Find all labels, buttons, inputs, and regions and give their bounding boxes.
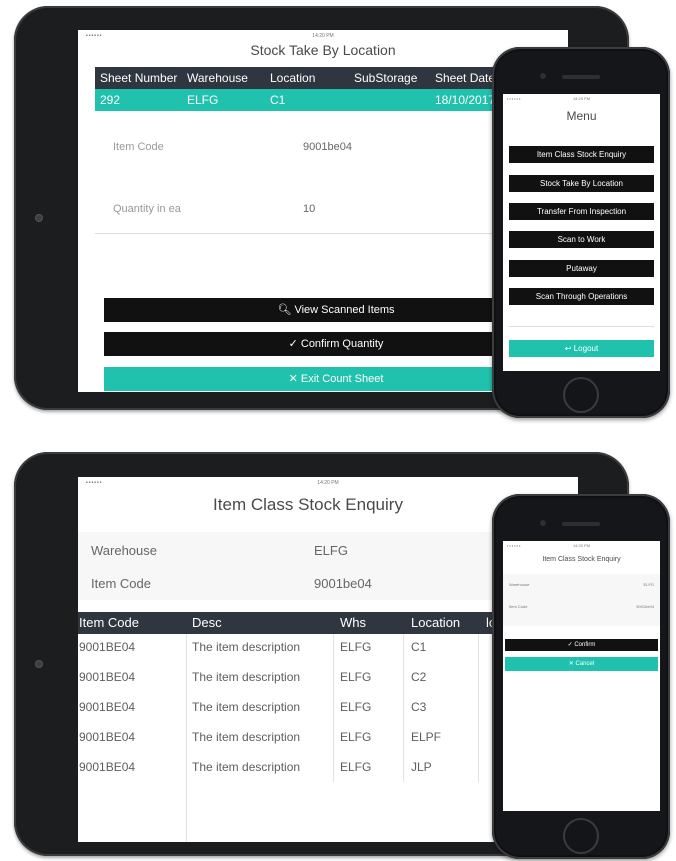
cell-sheet-number: 292 [100,93,121,107]
menu-item-scan-to-work[interactable]: Scan to Work [509,231,654,248]
cell-item-code: 9001BE04 [79,640,136,654]
cancel-label: Cancel [575,661,595,667]
cell-item-code: 9001BE04 [79,670,136,684]
phone-page-title: Item Class Stock Enquiry [542,556,621,563]
status-bar: •••••• 14:20 PM [78,30,568,42]
phone-item-code-label: Item Code [509,604,528,609]
exit-count-label: Exit Count Sheet [300,373,384,385]
cell-location: C3 [411,700,427,714]
confirm-quantity-label: Confirm Quantity [300,338,384,350]
tablet-camera [35,660,43,668]
phone-time: 14:20 PM [572,96,591,101]
phone-time: 14:20 PM [572,543,591,548]
col-location: Location [411,615,461,630]
menu-item-putaway[interactable]: Putaway [509,260,654,277]
table-row[interactable]: 9001BE04 The item description ELFG ELPF [78,730,498,750]
menu-item-item-class-stock-enquiry[interactable]: Item Class Stock Enquiry [509,146,654,163]
confirm-label: Confirm [574,642,596,648]
table-row[interactable]: 9001BE04 The item description ELFG C1 [78,640,498,660]
phone-camera [540,520,546,526]
tablet-camera [35,214,43,222]
view-scanned-label: View Scanned Items [294,304,395,316]
phone-fields: Warehouse ELFG Item Code 9001be04 [503,574,660,626]
col-desc: Desc [192,615,222,630]
phone-status-bar: •••••• 14:20 PM [503,94,660,104]
col-substorage: SubStorage [354,71,418,85]
col-sheet-date: Sheet Date [435,71,496,85]
check-icon: ✓ [567,642,573,648]
item-code-label: Item Code [91,576,151,591]
cell-location: JLP [411,760,432,774]
cell-desc: The item description [192,700,301,714]
cancel-button[interactable]: ✕ Cancel [505,657,658,671]
cell-location: C2 [411,670,427,684]
bottom-phone-screen: •••••• 14:20 PM Item Class Stock Enquiry… [503,541,660,811]
check-icon: ✓ [288,338,298,350]
menu-item-transfer-from-inspection[interactable]: Transfer From Inspection [509,203,654,220]
quantity-input[interactable]: 10 [303,203,315,215]
col-warehouse: Warehouse [187,71,248,85]
cell-whs: ELFG [340,760,372,774]
cell-item-code: 9001BE04 [79,760,136,774]
page-title: Item Class Stock Enquiry [213,495,403,514]
confirm-button[interactable]: ✓ Confirm [505,639,658,651]
status-time: 14:20 PM [317,480,339,486]
table-row[interactable]: 9001BE04 The item description ELFG C2 [78,670,498,690]
phone-speaker [562,522,600,526]
menu-item-stock-take-by-location[interactable]: Stock Take By Location [509,175,654,192]
cell-sheet-date: 18/10/2017 [435,93,496,107]
status-bar: •••••• 14:20 PM [78,477,578,489]
phone-warehouse-value: ELFG [643,582,654,587]
cell-whs: ELFG [340,730,372,744]
cell-desc: The item description [192,670,301,684]
logout-icon: ↩ [564,344,572,353]
cell-desc: The item description [192,760,301,774]
warehouse-value: ELFG [314,543,348,558]
item-code-label: Item Code [113,141,164,153]
warehouse-label: Warehouse [91,543,157,558]
cell-desc: The item description [192,730,301,744]
phone-speaker [562,75,600,79]
cell-item-code: 9001BE04 [79,700,136,714]
top-phone-screen: •••••• 14:20 PM Menu Item Class Stock En… [503,94,660,371]
phone-warehouse-label: Warehouse [509,582,530,587]
cell-warehouse: ELFG [187,93,219,107]
cell-whs: ELFG [340,700,372,714]
cell-whs: ELFG [340,670,372,684]
cell-location: ELPF [411,730,442,744]
home-button[interactable] [563,818,599,854]
cell-location: C1 [411,640,427,654]
phone-status-bar: •••••• 14:20 PM [503,541,660,551]
menu-item-scan-through-operations[interactable]: Scan Through Operations [509,288,654,305]
close-icon: ✕ [288,373,298,385]
cell-whs: ELFG [340,640,372,654]
cell-desc: The item description [192,640,301,654]
item-code-value[interactable]: 9001be04 [314,576,372,591]
logout-button[interactable]: ↩ Logout [509,340,654,357]
phone-camera [540,73,546,79]
close-icon: ✕ [568,661,574,667]
home-button[interactable] [563,377,599,413]
table-row[interactable]: 9001BE04 The item description ELFG C3 [78,700,498,720]
col-location: Location [270,71,316,85]
status-time: 14:20 PM [312,33,334,39]
logout-label: Logout [573,344,599,353]
cell-item-code: 9001BE04 [79,730,136,744]
page-title: Stock Take By Location [250,42,396,58]
cell-location: C1 [270,93,286,107]
menu-divider [509,326,654,327]
phone-item-code-value[interactable]: 9001be04 [636,604,654,609]
col-whs: Whs [340,615,366,630]
item-code-input[interactable]: 9001be04 [303,141,352,153]
table-row[interactable]: 9001BE04 The item description ELFG JLP [78,760,498,780]
search-icon: 🔍︎ [277,304,292,316]
quantity-label: Quantity in ea [113,203,181,215]
menu-title: Menu [566,109,597,123]
col-item-code: Item Code [79,615,139,630]
col-sheet-number: Sheet Number [100,71,178,85]
